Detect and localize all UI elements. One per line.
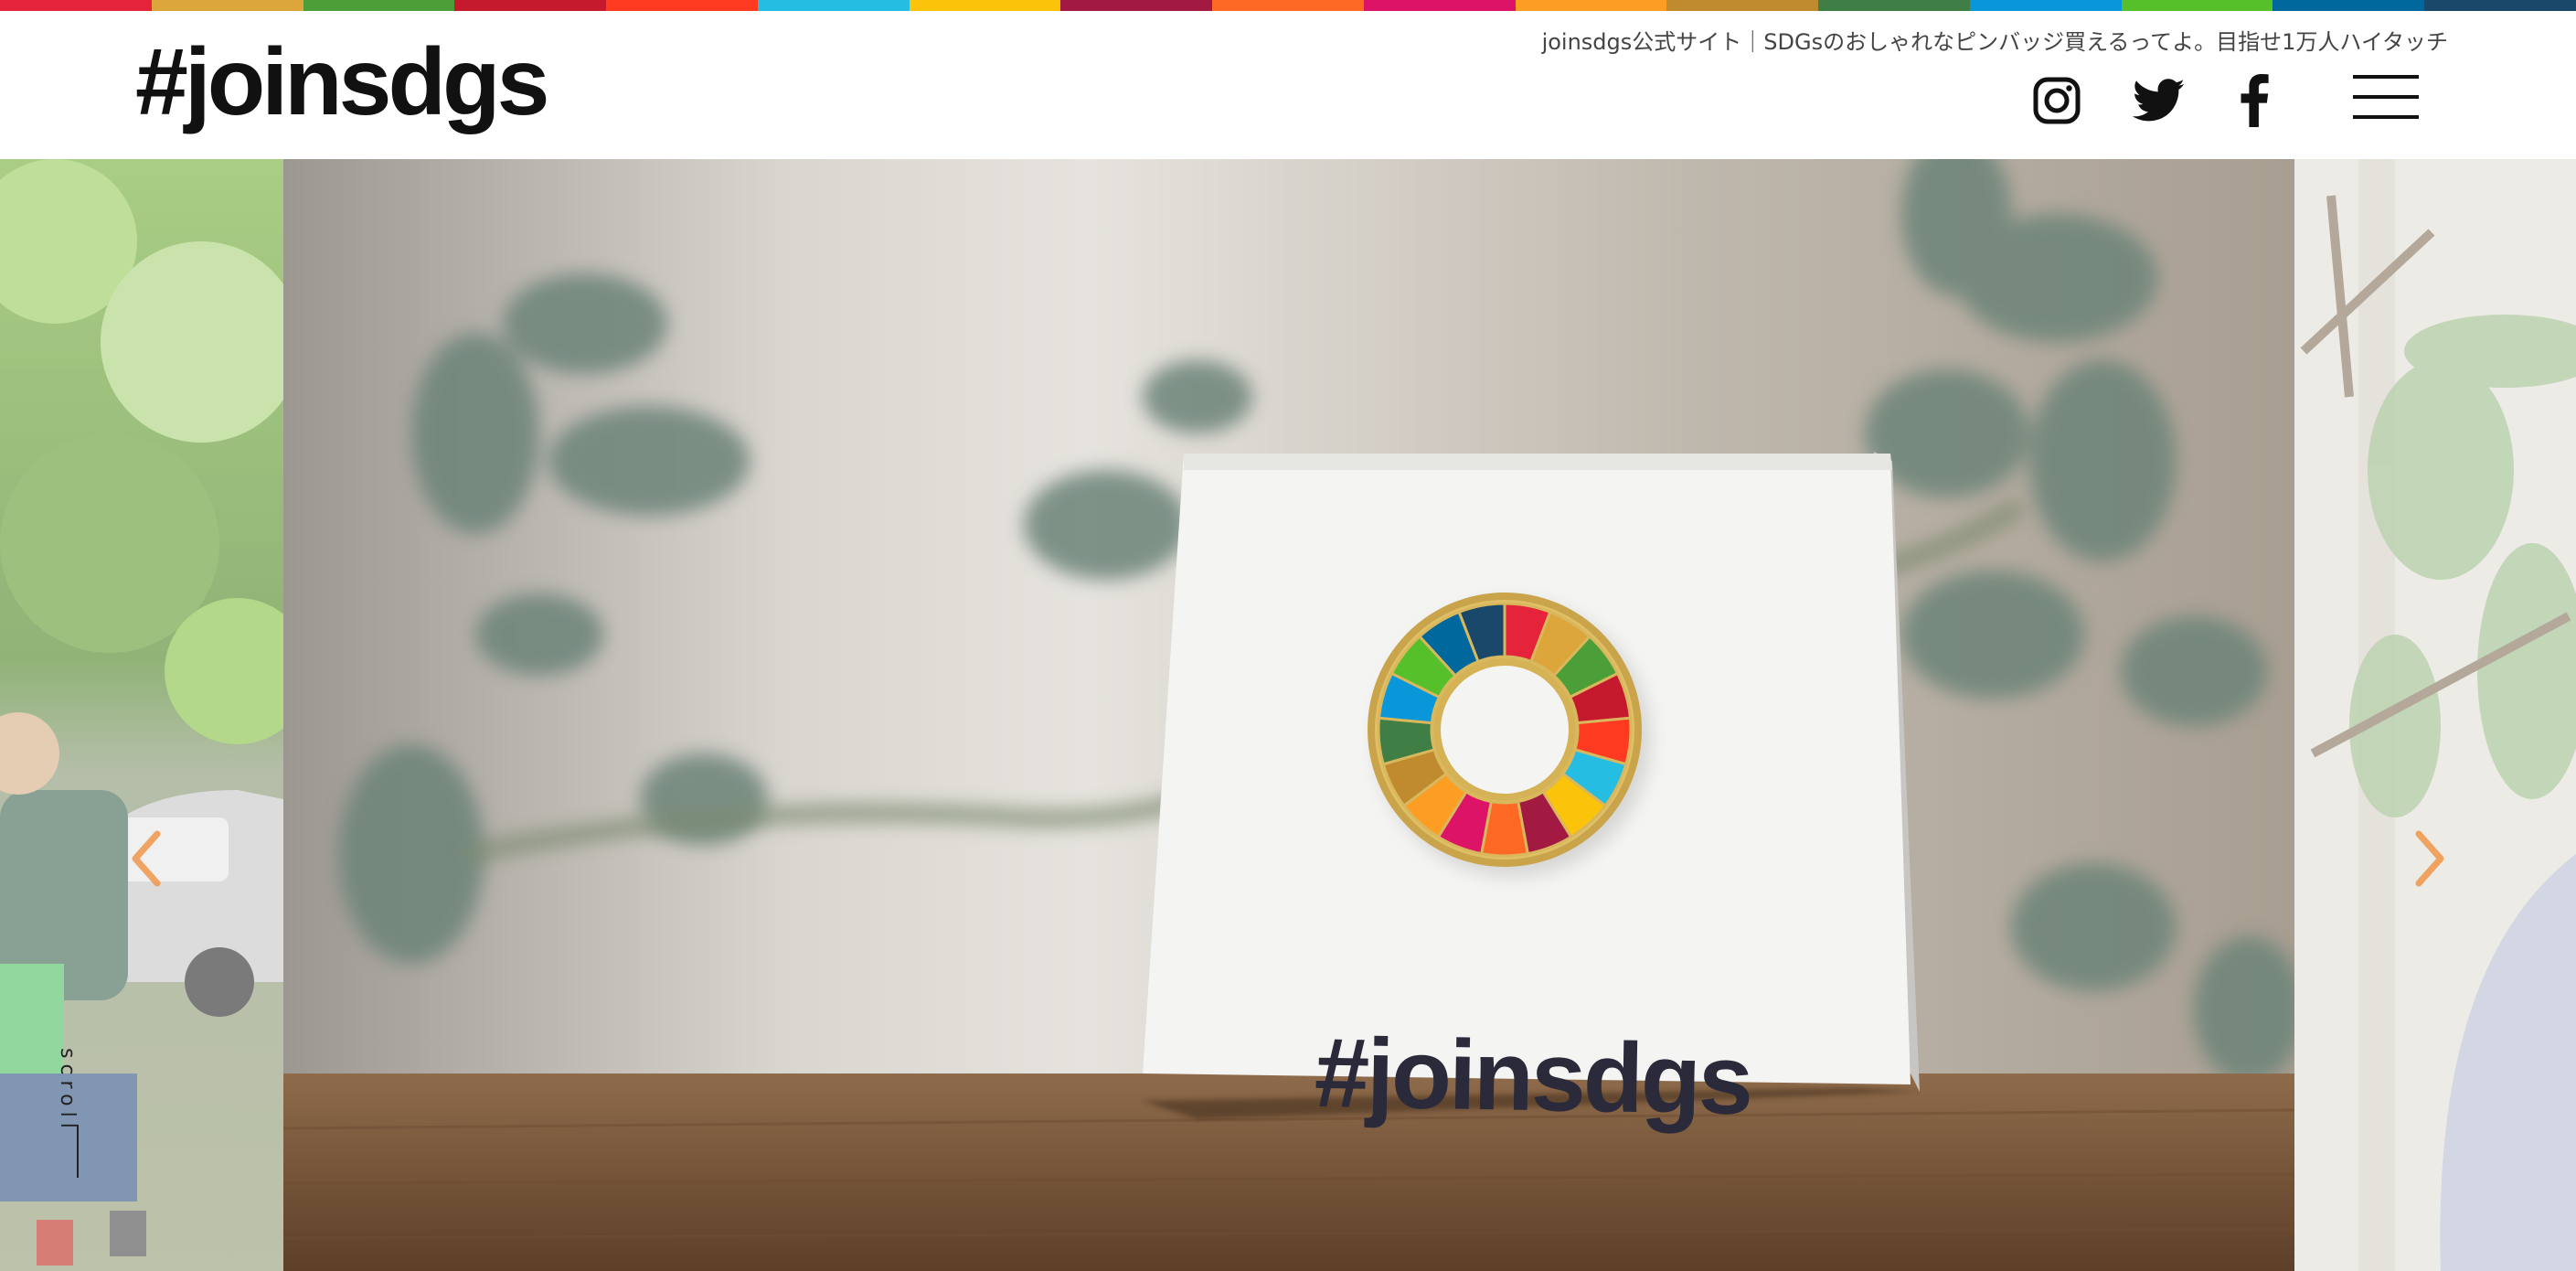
slide-next[interactable] — [2294, 159, 2576, 1271]
hamburger-menu-button[interactable] — [2353, 75, 2419, 119]
sdg-color-segment — [2273, 0, 2425, 11]
sdg-color-segment — [1515, 0, 1667, 11]
slider-prev-arrow[interactable] — [119, 817, 174, 900]
facebook-icon[interactable] — [2232, 71, 2276, 130]
card-hashtag: #joinsdgs — [1313, 1016, 1752, 1136]
pin-badge-photo — [283, 159, 2294, 1271]
sdg-color-segment — [1363, 0, 1516, 11]
hamburger-line — [2353, 95, 2419, 99]
hamburger-line — [2353, 75, 2419, 79]
sdg-color-segment — [0, 0, 152, 11]
hamburger-line — [2353, 115, 2419, 119]
slide-previous[interactable] — [0, 159, 283, 1271]
interior-photo — [2294, 159, 2576, 1271]
scroll-label[interactable]: scroll — [56, 1048, 79, 1134]
sdg-color-segment — [1666, 0, 1819, 11]
site-header: #joinsdgs joinsdgs公式サイト｜SDGsのおしゃれなピンバッジ買… — [0, 11, 2576, 159]
park-photo — [0, 159, 283, 1271]
sdg-color-segment — [151, 0, 303, 11]
sdg-color-segment — [2121, 0, 2273, 11]
sdg-color-segment — [303, 0, 455, 11]
sdg-color-segment — [909, 0, 1061, 11]
sdg-color-segment — [606, 0, 758, 11]
sdg-color-segment — [454, 0, 607, 11]
sdg-color-segment — [2424, 0, 2576, 11]
twitter-icon[interactable] — [2128, 71, 2190, 130]
sdg-color-segment — [757, 0, 910, 11]
sdg-color-segment — [1969, 0, 2122, 11]
sdg-color-segment — [1060, 0, 1213, 11]
site-logo[interactable]: #joinsdgs — [135, 35, 549, 130]
site-tagline: joinsdgs公式サイト｜SDGsのおしゃれなピンバッジ買えるってよ。目指せ1… — [1541, 29, 2448, 55]
slide-current[interactable]: #joinsdgs — [283, 159, 2294, 1271]
sdg-color-bar — [0, 0, 2576, 11]
scroll-line — [77, 1125, 79, 1178]
slider-next-arrow[interactable] — [2402, 817, 2457, 900]
sdg-color-segment — [1212, 0, 1364, 11]
hero-slider: #joinsdgs — [0, 159, 2576, 1271]
sdg-color-segment — [1818, 0, 1970, 11]
instagram-icon[interactable] — [2029, 71, 2084, 130]
